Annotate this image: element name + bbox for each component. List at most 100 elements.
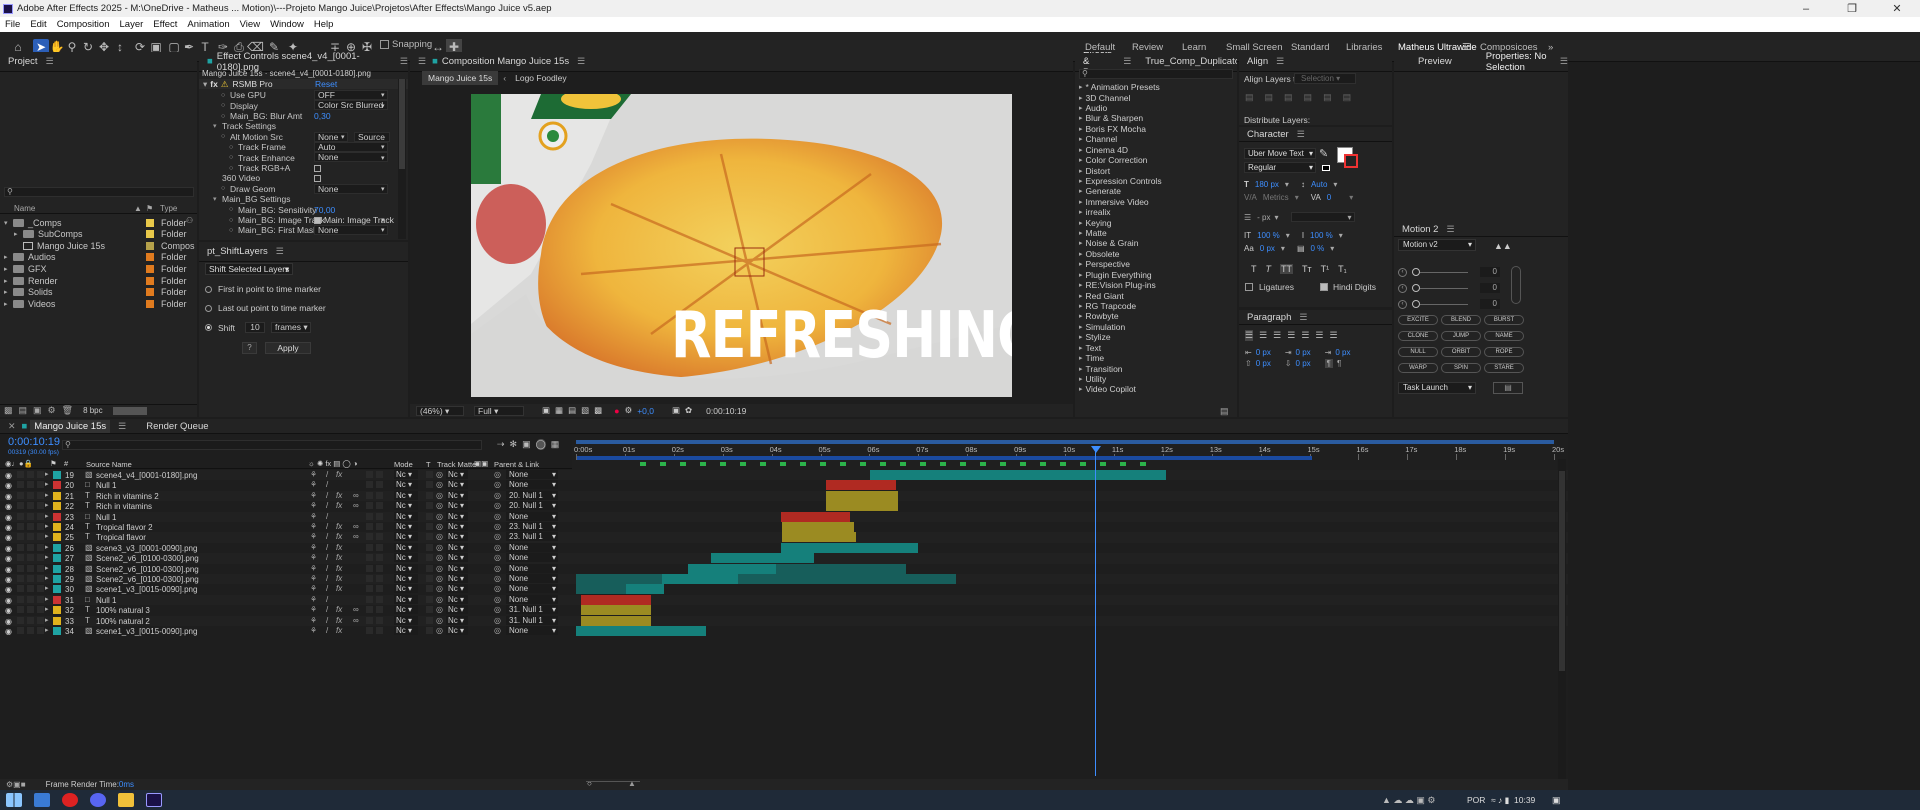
adjustment-switch[interactable] — [376, 491, 383, 499]
faux-bold-icon[interactable]: T — [1251, 264, 1257, 274]
matte-select[interactable]: Nc ▾ — [446, 490, 468, 500]
chevron-right-icon[interactable]: ▸ — [45, 480, 49, 488]
label-col-icon[interactable]: ⚑ — [146, 204, 153, 213]
parent-select[interactable]: None ▾ — [506, 574, 558, 583]
motion2-excite-button[interactable]: EXCITE — [1398, 315, 1438, 325]
matte-select[interactable]: Nc ▾ — [446, 501, 468, 511]
quality-switch-icon[interactable]: / — [326, 584, 328, 593]
layer-source-name[interactable]: Null 1 — [96, 513, 116, 522]
stopwatch-icon[interactable]: ○ — [229, 206, 238, 213]
effects-category[interactable]: ▸ Red Giant — [1079, 290, 1124, 301]
render-queue-tab[interactable]: Render Queue — [146, 421, 208, 432]
solo-toggle[interactable] — [27, 554, 34, 562]
effects-category[interactable]: ▸ RE:Vision Plug-ins — [1079, 280, 1156, 290]
param-value[interactable]: 70,00 — [314, 205, 335, 215]
param-value[interactable]: Auto — [314, 142, 388, 152]
effects-category[interactable]: ▸ Cinema 4D — [1079, 145, 1128, 155]
layer-label-color[interactable] — [53, 575, 61, 583]
matte-pick-whip-icon[interactable]: ◎ — [436, 605, 443, 614]
effects-category[interactable]: ▸ Channel — [1079, 134, 1117, 144]
motion2-slider-row[interactable]: ‹ 0 — [1398, 299, 1508, 309]
audio-toggle[interactable] — [17, 554, 24, 562]
task-launch-select[interactable]: Task Launch ▾ — [1398, 382, 1476, 394]
mode-select[interactable]: Nc ▾ — [394, 511, 418, 521]
mode-select[interactable]: Nc ▾ — [394, 501, 418, 511]
align-right-icon[interactable]: ▤ — [1284, 92, 1293, 103]
layer-source-name[interactable]: Tropical flavor — [96, 533, 146, 542]
solo-toggle[interactable] — [27, 502, 34, 510]
timeline-layer-row[interactable]: ◉ ▸ 33 T 100% natural 2 ⚘ / fx ∞ Nc ▾ ◎ Nc ▾ ◎ 31. Nu… — [0, 615, 1568, 626]
layer-source-name[interactable]: Scene2_v6_[0100-0300].png — [96, 575, 199, 584]
visibility-eye-icon[interactable]: ◉ — [5, 502, 12, 511]
font-family-select[interactable]: Uber Move Text ▾ — [1244, 148, 1316, 159]
motion2-burst-button[interactable]: BURST — [1484, 315, 1524, 325]
comp-flow-icon[interactable]: ⇢ — [497, 439, 505, 450]
effects-category[interactable]: ▸ Color Correction — [1079, 155, 1147, 165]
effects-category[interactable]: ▸ Video Copilot — [1079, 384, 1136, 394]
motion-blur-switch[interactable] — [366, 595, 373, 603]
timeline-layer-row[interactable]: ◉ ▸ 27 ▧ Scene2_v6_[0100-0300].png ⚘ / fx Nc ▾ ◎ N… — [0, 553, 1568, 564]
parent-select[interactable]: None ▾ — [506, 511, 558, 521]
region-icon[interactable]: ▣ — [542, 405, 550, 416]
tsume-value[interactable]: 0 % — [1311, 244, 1325, 253]
fx-switch[interactable]: fx — [336, 616, 342, 625]
quality-switch-icon[interactable]: / — [326, 480, 328, 489]
audio-toggle[interactable] — [17, 533, 24, 541]
grid-icon[interactable]: ▧ — [581, 405, 589, 416]
shy-icon[interactable]: ▣ — [522, 439, 531, 450]
motion2-clone-button[interactable]: CLONE — [1398, 331, 1438, 341]
font-size-value[interactable]: 180 px — [1255, 180, 1279, 189]
visibility-eye-icon[interactable]: ◉ — [5, 617, 12, 626]
panel-menu-icon[interactable]: ☰ — [1123, 56, 1131, 67]
label-color[interactable] — [146, 218, 154, 227]
reset-button[interactable]: Reset — [315, 79, 337, 89]
stopwatch-icon[interactable]: ○ — [221, 113, 230, 120]
preserve-transparency[interactable] — [426, 554, 433, 562]
parent-pick-whip-icon[interactable]: ◎ — [494, 574, 501, 583]
comp-tab-logo[interactable]: Logo Foodley — [511, 71, 571, 85]
effects-category[interactable]: ▸ Plugin Everything — [1079, 270, 1152, 280]
shy-switch-icon[interactable]: ⚘ — [310, 574, 317, 583]
lock-toggle[interactable] — [37, 523, 44, 530]
fx-switch[interactable]: fx — [336, 522, 342, 531]
render-options-icon[interactable]: ⚙▣■ — [6, 780, 26, 789]
quality-select[interactable]: Full ▾ — [474, 405, 524, 416]
stroke-width-value[interactable]: - px — [1257, 213, 1270, 222]
fx-switch[interactable]: fx — [336, 491, 342, 500]
shy-switch-icon[interactable]: ⚘ — [310, 501, 317, 510]
properties-tab[interactable]: Properties: No Selection — [1486, 52, 1552, 73]
layer-duration-bar[interactable] — [826, 480, 896, 491]
quality-switch-icon[interactable]: / — [326, 616, 328, 625]
chevron-right-icon[interactable]: ▸ — [4, 300, 13, 308]
menu-layer[interactable]: Layer — [115, 19, 149, 30]
parent-select[interactable]: None ▾ — [506, 542, 558, 552]
matte-select[interactable]: Nc ▾ — [446, 594, 468, 604]
panel-menu-icon[interactable]: ☰ — [276, 246, 284, 257]
shift-mode-select[interactable]: Shift Selected Layers ▾ — [205, 263, 293, 275]
matte-select[interactable]: Nc ▾ — [446, 553, 468, 563]
link-icon[interactable]: ∞ — [353, 532, 359, 541]
playhead-handle-icon[interactable] — [1091, 446, 1101, 453]
snapping-checkbox[interactable] — [380, 40, 389, 49]
motion2-jump-button[interactable]: JUMP — [1441, 331, 1481, 341]
graph-editor-icon[interactable]: ▦ — [551, 439, 560, 450]
preserve-transparency[interactable] — [426, 575, 433, 582]
timeline-layer-row[interactable]: ◉ ▸ 21 T Rich in vitamins 2 ⚘ / fx ∞ Nc ▾ ◎ Nc ▾ ◎ 20… — [0, 490, 1568, 502]
timeline-layer-row[interactable]: ◉ ▸ 32 T 100% natural 3 ⚘ / fx ∞ Nc ▾ ◎ Nc ▾ ◎ 31. Nu… — [0, 605, 1568, 616]
color-mgmt-icon[interactable]: ⚙ — [625, 405, 633, 416]
lock-toggle[interactable] — [37, 585, 44, 593]
motion2-null-button[interactable]: NULL — [1398, 347, 1438, 357]
quality-switch-icon[interactable]: / — [326, 574, 328, 583]
adjustment-switch[interactable] — [376, 575, 383, 582]
visibility-eye-icon[interactable]: ◉ — [5, 575, 12, 584]
folder-icon[interactable] — [118, 793, 134, 807]
timeline-layer-row[interactable]: ◉ ▸ 31 □ Null 1 ⚘ / Nc ▾ ◎ Nc ▾ ◎ None ▾ — [0, 594, 1568, 606]
work-area-bar[interactable] — [576, 440, 1554, 444]
panel-menu-icon[interactable]: ☰ — [118, 421, 126, 432]
visibility-eye-icon[interactable]: ◉ — [5, 565, 12, 574]
layer-label-color[interactable] — [53, 585, 61, 594]
space-after-value[interactable]: 0 px — [1296, 359, 1311, 368]
parent-select[interactable]: None ▾ — [506, 594, 558, 604]
comp-tab-main[interactable]: Mango Juice 15s — [422, 71, 499, 85]
link-icon[interactable]: ∞ — [353, 522, 359, 531]
